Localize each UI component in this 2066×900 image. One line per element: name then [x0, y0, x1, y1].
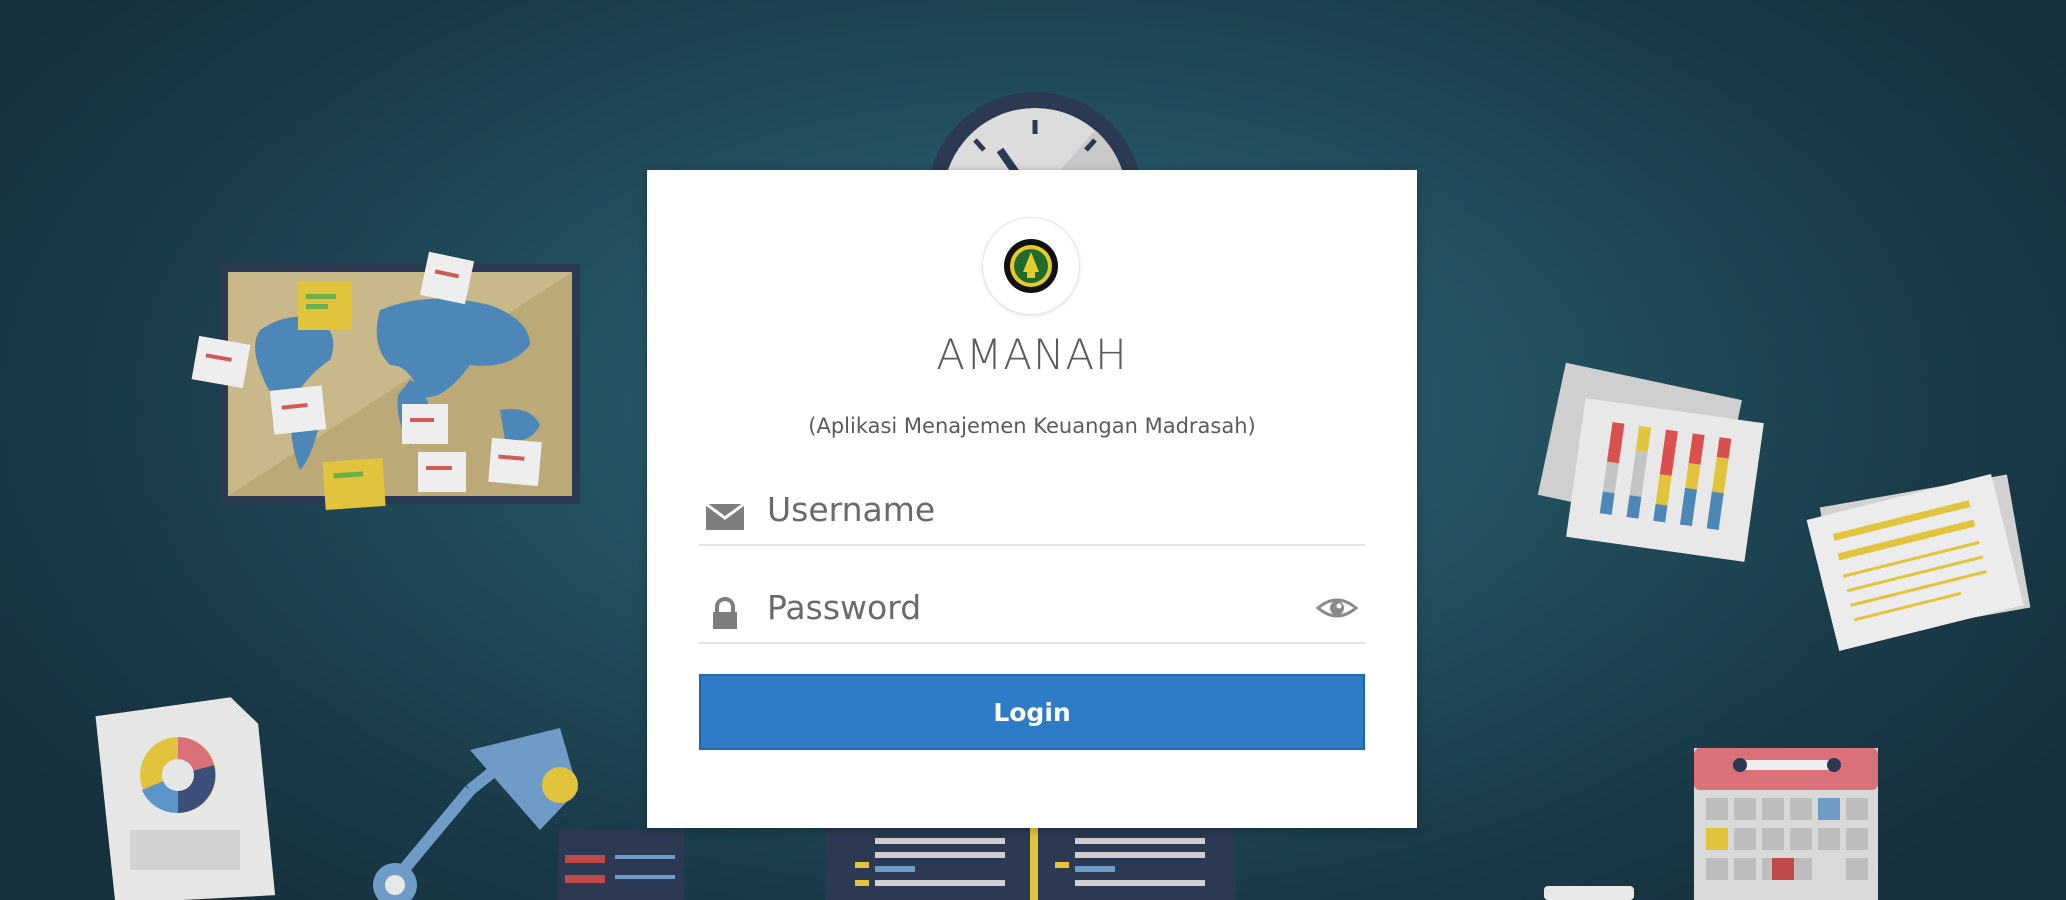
madrasah-emblem-icon — [1004, 239, 1058, 293]
app-subtitle: (Aplikasi Menajemen Keuangan Madrasah) — [808, 414, 1256, 438]
app-title: AMANAH — [936, 330, 1128, 379]
login-card: AMANAH (Aplikasi Menajemen Keuangan Madr… — [647, 170, 1417, 828]
world-map-board — [191, 251, 580, 511]
password-input[interactable] — [765, 578, 1309, 636]
document-donut-illustration — [95, 697, 276, 900]
username-field — [699, 472, 1365, 546]
login-page: AMANAH (Aplikasi Menajemen Keuangan Madr… — [0, 0, 2066, 900]
password-field — [699, 570, 1365, 644]
lock-icon — [713, 597, 737, 629]
envelope-icon — [705, 502, 745, 530]
desk-lamp-illustration — [373, 728, 578, 900]
login-button[interactable]: Login — [699, 674, 1365, 750]
app-logo — [983, 218, 1079, 314]
eye-icon[interactable] — [1315, 590, 1359, 626]
username-input[interactable] — [765, 480, 1309, 538]
books-illustration — [558, 826, 1236, 900]
calendar-illustration — [1544, 748, 1878, 900]
lined-paper-illustration — [1806, 474, 2031, 651]
bar-chart-papers-illustration — [1537, 362, 1764, 562]
